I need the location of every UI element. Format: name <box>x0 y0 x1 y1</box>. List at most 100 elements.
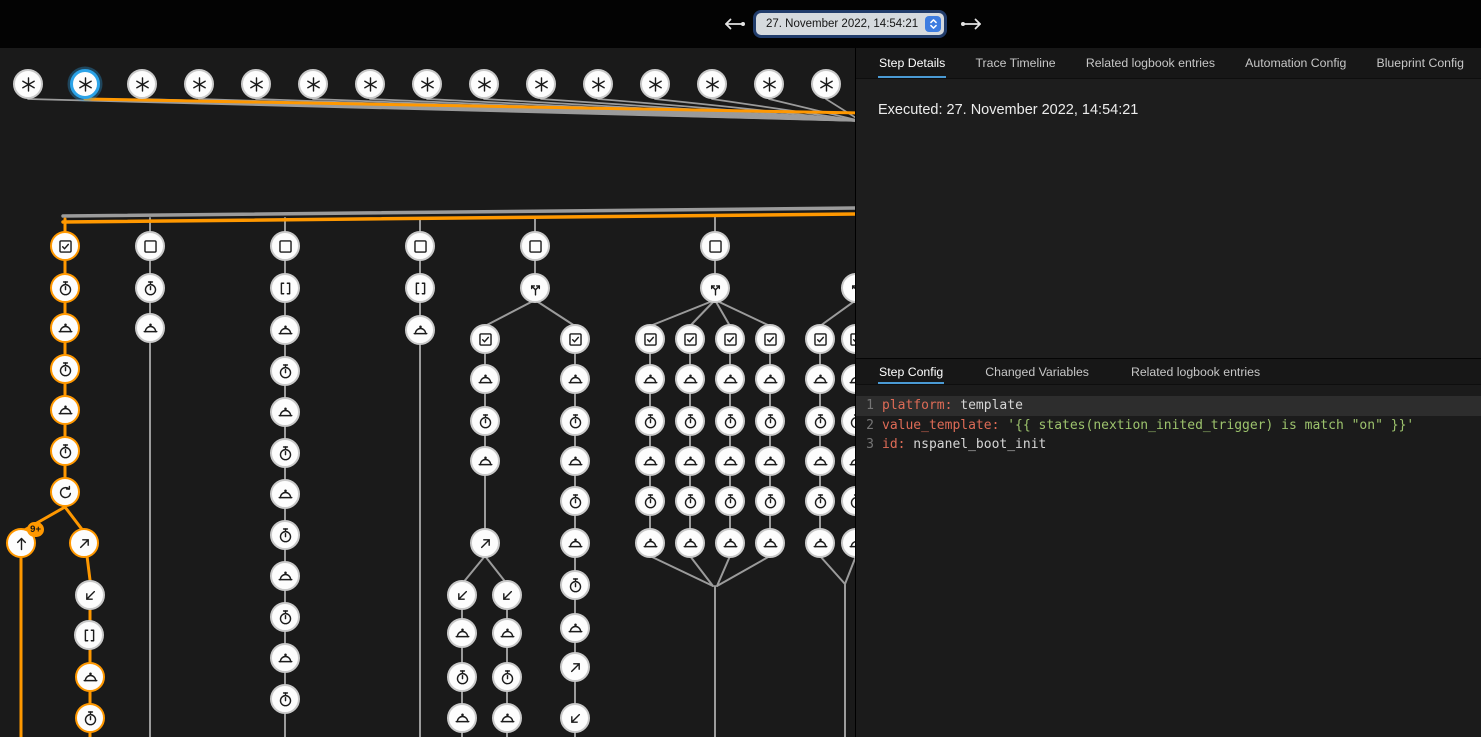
node-service[interactable] <box>635 528 665 558</box>
node-timer[interactable] <box>560 570 590 600</box>
node-timer[interactable] <box>270 438 300 468</box>
node-service[interactable] <box>50 395 80 425</box>
tab-related-logbook-entries[interactable]: Related logbook entries <box>1130 359 1261 384</box>
node-square[interactable] <box>270 231 300 261</box>
tab-automation-config[interactable]: Automation Config <box>1244 48 1347 78</box>
node-arrow-up-right[interactable] <box>69 528 99 558</box>
node-square[interactable] <box>700 231 730 261</box>
run-datetime-select[interactable]: 27. November 2022, 14:54:21 <box>756 13 944 35</box>
node-timer[interactable] <box>270 684 300 714</box>
node-timer[interactable] <box>447 662 477 692</box>
node-service[interactable] <box>470 446 500 476</box>
node-checkbox[interactable] <box>560 324 590 354</box>
tab-trace-timeline[interactable]: Trace Timeline <box>974 48 1056 78</box>
node-service[interactable] <box>715 528 745 558</box>
node-service[interactable] <box>715 446 745 476</box>
node-service[interactable] <box>447 618 477 648</box>
node-timer[interactable] <box>270 602 300 632</box>
trigger-node[interactable] <box>298 69 328 99</box>
node-timer[interactable] <box>715 406 745 436</box>
node-square[interactable] <box>520 231 550 261</box>
node-service[interactable] <box>75 662 105 692</box>
tab-changed-variables[interactable]: Changed Variables <box>984 359 1090 384</box>
node-timer[interactable] <box>805 406 835 436</box>
node-service[interactable] <box>755 446 785 476</box>
trigger-node[interactable] <box>526 69 556 99</box>
node-timer[interactable] <box>560 406 590 436</box>
trigger-node[interactable] <box>469 69 499 99</box>
trigger-node[interactable] <box>355 69 385 99</box>
node-brackets[interactable] <box>74 620 104 650</box>
node-checkbox[interactable] <box>635 324 665 354</box>
trigger-node[interactable] <box>697 69 727 99</box>
node-service[interactable] <box>560 364 590 394</box>
node-timer[interactable] <box>470 406 500 436</box>
node-arrow-up-right[interactable] <box>560 652 590 682</box>
tab-step-details[interactable]: Step Details <box>878 48 946 78</box>
node-timer[interactable] <box>50 354 80 384</box>
node-service[interactable] <box>135 313 165 343</box>
node-service[interactable] <box>470 364 500 394</box>
node-timer[interactable] <box>715 486 745 516</box>
trigger-node[interactable] <box>241 69 271 99</box>
tab-related-logbook-entries[interactable]: Related logbook entries <box>1085 48 1216 78</box>
tab-blueprint-config[interactable]: Blueprint Config <box>1376 48 1466 78</box>
trigger-node[interactable] <box>811 69 841 99</box>
trigger-node[interactable] <box>127 69 157 99</box>
trigger-node[interactable] <box>184 69 214 99</box>
node-arrow-up[interactable]: 9+ <box>6 528 36 558</box>
node-service[interactable] <box>560 446 590 476</box>
previous-run-button[interactable] <box>718 15 748 33</box>
node-timer[interactable] <box>675 406 705 436</box>
node-timer[interactable] <box>635 406 665 436</box>
node-timer[interactable] <box>75 703 105 733</box>
node-arrow-down-left[interactable] <box>560 703 590 733</box>
node-checkbox[interactable] <box>675 324 705 354</box>
node-service[interactable] <box>447 703 477 733</box>
trigger-node[interactable] <box>640 69 670 99</box>
trigger-node[interactable] <box>583 69 613 99</box>
node-service[interactable] <box>492 703 522 733</box>
node-service[interactable] <box>270 479 300 509</box>
node-checkbox[interactable] <box>755 324 785 354</box>
node-service[interactable] <box>675 364 705 394</box>
node-repeat[interactable] <box>50 477 80 507</box>
node-square[interactable] <box>135 231 165 261</box>
node-service[interactable] <box>270 397 300 427</box>
node-timer[interactable] <box>675 486 705 516</box>
node-service[interactable] <box>270 643 300 673</box>
node-timer[interactable] <box>635 486 665 516</box>
node-service[interactable] <box>805 364 835 394</box>
trigger-node[interactable] <box>754 69 784 99</box>
node-choose[interactable] <box>700 273 730 303</box>
node-timer[interactable] <box>492 662 522 692</box>
node-service[interactable] <box>635 446 665 476</box>
trigger-node[interactable] <box>70 69 100 99</box>
node-choose[interactable] <box>520 273 550 303</box>
node-timer[interactable] <box>50 436 80 466</box>
trigger-node[interactable] <box>412 69 442 99</box>
node-timer[interactable] <box>560 486 590 516</box>
node-timer[interactable] <box>755 486 785 516</box>
node-service[interactable] <box>50 313 80 343</box>
node-timer[interactable] <box>755 406 785 436</box>
node-checkbox[interactable] <box>470 324 500 354</box>
node-timer[interactable] <box>270 356 300 386</box>
node-service[interactable] <box>755 364 785 394</box>
node-service[interactable] <box>675 446 705 476</box>
node-service[interactable] <box>805 528 835 558</box>
node-timer[interactable] <box>135 273 165 303</box>
node-brackets[interactable] <box>270 273 300 303</box>
node-brackets[interactable] <box>405 273 435 303</box>
node-service[interactable] <box>270 315 300 345</box>
node-timer[interactable] <box>50 273 80 303</box>
node-arrow-down-left[interactable] <box>75 580 105 610</box>
node-service[interactable] <box>492 618 522 648</box>
node-service[interactable] <box>715 364 745 394</box>
node-service[interactable] <box>805 446 835 476</box>
node-timer[interactable] <box>805 486 835 516</box>
node-timer[interactable] <box>270 520 300 550</box>
node-checkbox[interactable] <box>805 324 835 354</box>
node-arrow-down-left[interactable] <box>447 580 477 610</box>
node-service[interactable] <box>560 613 590 643</box>
